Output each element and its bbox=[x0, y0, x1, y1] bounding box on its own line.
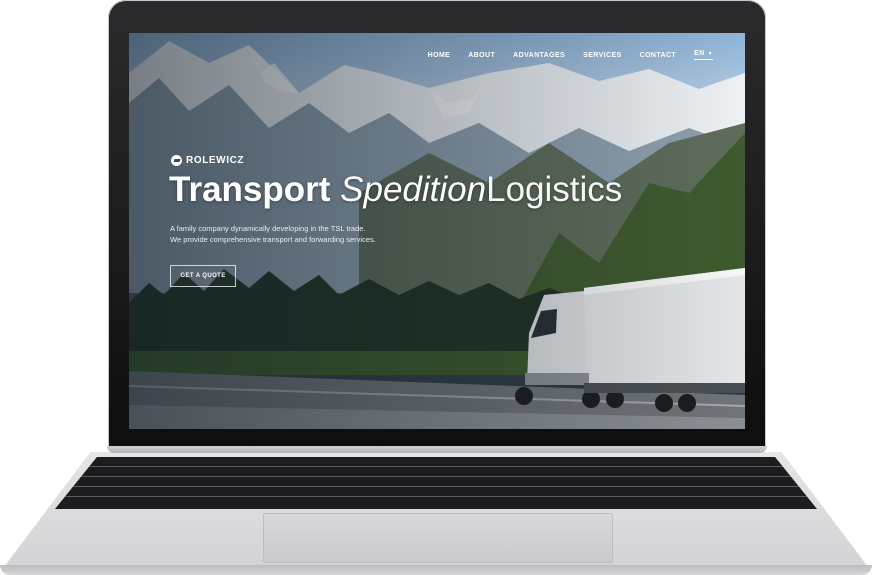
nav-contact[interactable]: CONTACT bbox=[640, 52, 677, 59]
key-row-divider bbox=[55, 476, 817, 477]
language-selector[interactable]: EN ▼ bbox=[694, 50, 713, 60]
brand-logo[interactable]: ROLEWICZ bbox=[171, 155, 244, 166]
website-screen: HOME ABOUT ADVANTAGES SERVICES CONTACT E… bbox=[129, 33, 745, 429]
nav-about[interactable]: ABOUT bbox=[468, 52, 495, 59]
trackpad bbox=[263, 513, 613, 563]
main-navigation: HOME ABOUT ADVANTAGES SERVICES CONTACT E… bbox=[428, 50, 713, 60]
key-row-divider bbox=[55, 486, 817, 487]
subtitle-line-2: We provide comprehensive transport and f… bbox=[170, 235, 376, 244]
hero-subtitle: A family company dynamically developing … bbox=[170, 223, 376, 245]
headline-spedition: Spedition bbox=[340, 170, 487, 209]
nav-home[interactable]: HOME bbox=[428, 52, 451, 59]
headline-logistics: Logistics bbox=[486, 170, 623, 209]
language-label: EN bbox=[694, 50, 705, 57]
subtitle-line-1: A family company dynamically developing … bbox=[170, 224, 366, 233]
headline-transport: Transport bbox=[169, 170, 331, 209]
laptop-front-edge bbox=[0, 565, 872, 575]
keyboard bbox=[55, 457, 817, 509]
key-row-divider bbox=[55, 496, 817, 497]
chevron-down-icon: ▼ bbox=[707, 50, 713, 57]
rolewicz-logo-icon bbox=[171, 155, 182, 166]
brand-name: ROLEWICZ bbox=[186, 155, 245, 166]
nav-advantages[interactable]: ADVANTAGES bbox=[513, 52, 565, 59]
nav-services[interactable]: SERVICES bbox=[583, 52, 621, 59]
hero-headline: Transport SpeditionLogistics bbox=[169, 171, 622, 209]
laptop-hinge bbox=[107, 446, 767, 453]
key-row-divider bbox=[55, 466, 817, 467]
get-a-quote-button[interactable]: GET A QUOTE bbox=[170, 265, 236, 287]
